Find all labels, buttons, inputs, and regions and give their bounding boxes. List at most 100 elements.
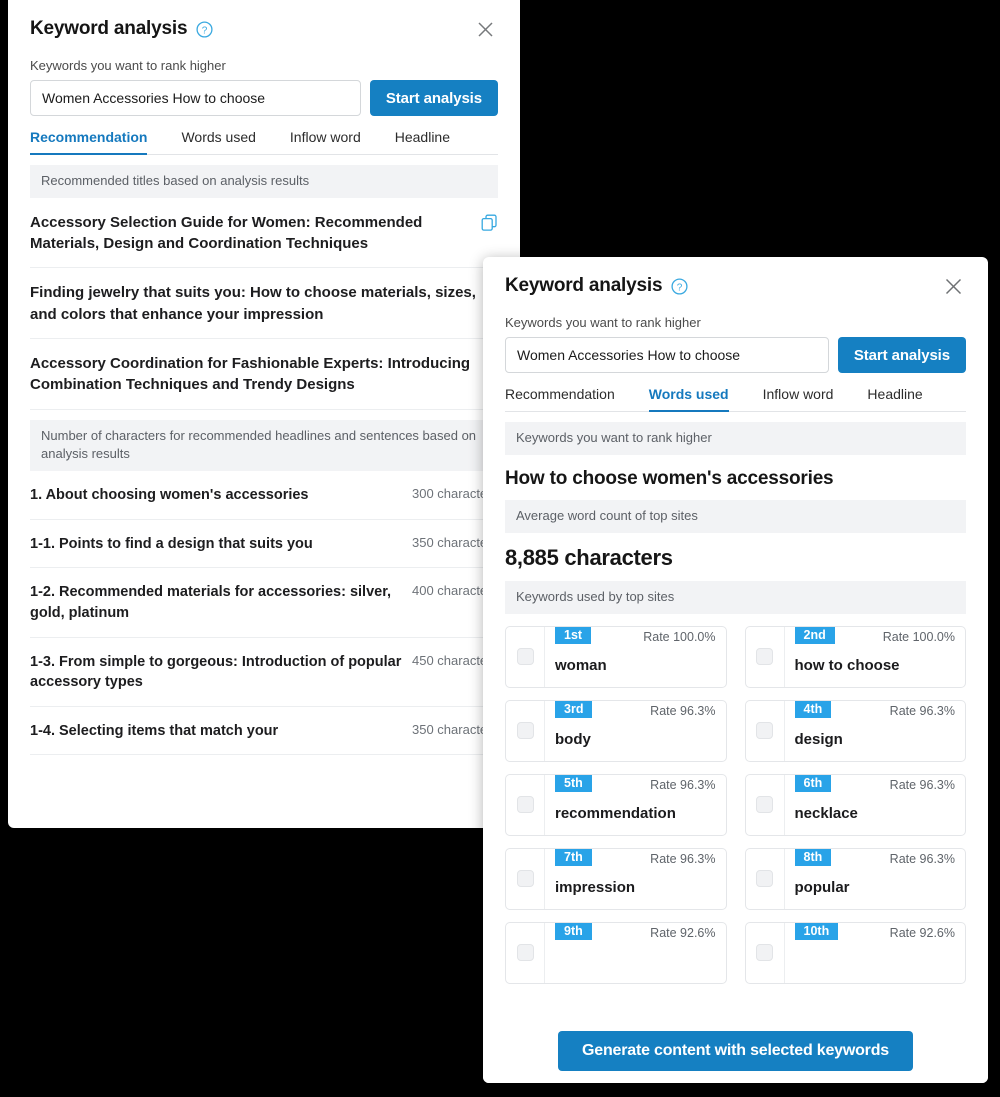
help-circle-icon[interactable]: ?	[196, 20, 213, 38]
tab-bar: Recommendation Words used Inflow word He…	[30, 129, 498, 155]
checkbox-icon[interactable]	[756, 870, 773, 888]
list-item[interactable]: 2nd Rate 100.0% how to choose	[744, 625, 966, 688]
rate-label: Rate 96.3%	[889, 851, 955, 866]
tab-words-used[interactable]: Words used	[648, 386, 729, 412]
keyword-checkbox-cell[interactable]	[506, 848, 545, 909]
tab-bar: Recommendation Words used Inflow word He…	[505, 386, 966, 412]
tab-recommendation[interactable]: Recommendation	[30, 129, 148, 155]
keyword-heading: How to choose women's accessories	[505, 467, 834, 489]
keyword-text: woman	[555, 656, 607, 674]
list-item[interactable]: 1st Rate 100.0% woman	[505, 625, 727, 688]
page-title: Keyword analysis	[505, 275, 663, 296]
generate-content-button[interactable]: Generate content with selected keywords	[558, 1031, 913, 1071]
rank-badge: 9th	[555, 922, 592, 941]
search-input[interactable]	[30, 80, 361, 116]
table-row[interactable]: 1. About choosing women's accessories 30…	[30, 471, 498, 520]
table-row[interactable]: 1-2. Recommended materials for accessori…	[30, 568, 498, 638]
tab-words-used[interactable]: Words used	[181, 129, 255, 154]
list-item[interactable]: Accessory Selection Guide for Women: Rec…	[30, 198, 498, 269]
list-item[interactable]: 5th Rate 96.3% recommendation	[505, 773, 727, 836]
svg-text:?: ?	[677, 282, 683, 293]
rate-label: Rate 96.3%	[650, 851, 716, 866]
list-item[interactable]: 7th Rate 96.3% impression	[505, 847, 727, 910]
keyword-text: recommendation	[555, 804, 676, 822]
list-item[interactable]: 4th Rate 96.3% design	[744, 699, 966, 762]
outline-heading: 1-3. From simple to gorgeous: Introducti…	[30, 653, 402, 691]
checkbox-icon[interactable]	[516, 944, 534, 962]
keyword-checkbox-cell[interactable]	[746, 848, 785, 909]
checkbox-icon[interactable]	[516, 648, 534, 666]
search-row: Start analysis	[30, 80, 498, 116]
keyword-checkbox-cell[interactable]	[506, 774, 545, 835]
keyword-checkbox-cell[interactable]	[506, 626, 545, 687]
rate-label: Rate 92.6%	[889, 925, 955, 940]
tab-recommendation[interactable]: Recommendation	[505, 386, 615, 411]
keyword-checkbox-cell[interactable]	[506, 700, 545, 761]
tab-inflow-word[interactable]: Inflow word	[763, 386, 834, 411]
list-item[interactable]: 8th Rate 96.3% popular	[744, 847, 966, 910]
keyword-text: body	[555, 730, 591, 748]
checkbox-icon[interactable]	[516, 722, 534, 740]
keyword-text: necklace	[794, 804, 858, 822]
keyword-checkbox-cell[interactable]	[746, 626, 785, 687]
list-item[interactable]: Finding jewelry that suits you: How to c…	[30, 268, 498, 340]
tab-headline[interactable]: Headline	[867, 386, 922, 411]
copy-icon[interactable]	[481, 214, 498, 237]
tab-inflow-word[interactable]: Inflow word	[290, 129, 361, 154]
search-input[interactable]	[505, 337, 829, 373]
recommended-titles-strip: Recommended titles based on analysis res…	[30, 165, 498, 198]
rank-badge: 2nd	[794, 626, 835, 645]
rank-badge: 5th	[555, 774, 592, 793]
start-analysis-button[interactable]: Start analysis	[369, 80, 498, 116]
rank-badge: 10th	[794, 922, 839, 941]
outline-heading: 1-4. Selecting items that match your	[30, 722, 279, 739]
list-item[interactable]: 3rd Rate 96.3% body	[505, 699, 727, 762]
checkbox-icon[interactable]	[756, 722, 773, 740]
svg-text:?: ?	[202, 25, 208, 36]
search-field-label: Keywords you want to rank higher	[505, 315, 701, 330]
table-row[interactable]: 1-1. Points to find a design that suits …	[30, 520, 498, 569]
help-circle-icon[interactable]: ?	[671, 277, 688, 295]
rank-badge: 8th	[794, 848, 832, 867]
keyword-text: popular	[794, 878, 850, 896]
rate-label: Rate 96.3%	[650, 703, 716, 718]
keyword-analysis-dialog-back: Keyword analysis ? Keywords you want to …	[8, 0, 520, 828]
checkbox-icon[interactable]	[516, 796, 534, 814]
page-title: Keyword analysis	[30, 18, 188, 39]
table-row[interactable]: 1-3. From simple to gorgeous: Introducti…	[30, 638, 498, 707]
keyword-checkbox-cell[interactable]	[746, 700, 785, 761]
rank-badge: 1st	[555, 626, 592, 645]
checkbox-icon[interactable]	[756, 796, 773, 814]
outline-list: 1. About choosing women's accessories 30…	[30, 471, 498, 756]
table-row[interactable]: 1-4. Selecting items that match your 350…	[30, 707, 498, 756]
start-analysis-button[interactable]: Start analysis	[837, 337, 966, 373]
checkbox-icon[interactable]	[756, 944, 773, 962]
list-item[interactable]: Accessory Coordination for Fashionable E…	[30, 339, 498, 410]
checkbox-icon[interactable]	[516, 870, 534, 888]
recommended-titles-list: Accessory Selection Guide for Women: Rec…	[30, 198, 498, 410]
list-item[interactable]: 10th Rate 92.6%	[744, 921, 966, 984]
keyword-text: how to choose	[794, 656, 900, 674]
keyword-checkbox-cell[interactable]	[746, 922, 785, 983]
close-icon[interactable]	[472, 16, 498, 42]
checkbox-icon[interactable]	[756, 648, 773, 666]
list-item[interactable]: 6th Rate 96.3% necklace	[744, 773, 966, 836]
rate-label: Rate 96.3%	[650, 777, 716, 792]
list-item[interactable]: 9th Rate 92.6%	[505, 921, 727, 984]
rank-badge: 7th	[555, 848, 592, 867]
tab-headline[interactable]: Headline	[395, 129, 450, 154]
rate-label: Rate 100.0%	[643, 629, 716, 644]
keyword-text: design	[794, 730, 843, 748]
outline-characters-strip: Number of characters for recommended hea…	[30, 419, 498, 472]
keyword-checkbox-cell[interactable]	[746, 774, 785, 835]
outline-heading: 1-2. Recommended materials for accessori…	[30, 584, 392, 622]
average-wordcount-strip: Average word count of top sites	[505, 499, 966, 533]
average-wordcount-value: 8,885 characters	[505, 544, 673, 570]
rank-badge: 4th	[794, 700, 832, 719]
keyword-card-grid: 1st Rate 100.0% woman 2nd Rate 100.0% ho…	[505, 625, 966, 984]
keyword-checkbox-cell[interactable]	[506, 922, 545, 983]
keyword-text: impression	[555, 878, 636, 896]
dialog-header: Keyword analysis ?	[30, 0, 498, 44]
recommended-title-text: Accessory Coordination for Fashionable E…	[30, 355, 471, 394]
close-icon[interactable]	[940, 273, 966, 299]
